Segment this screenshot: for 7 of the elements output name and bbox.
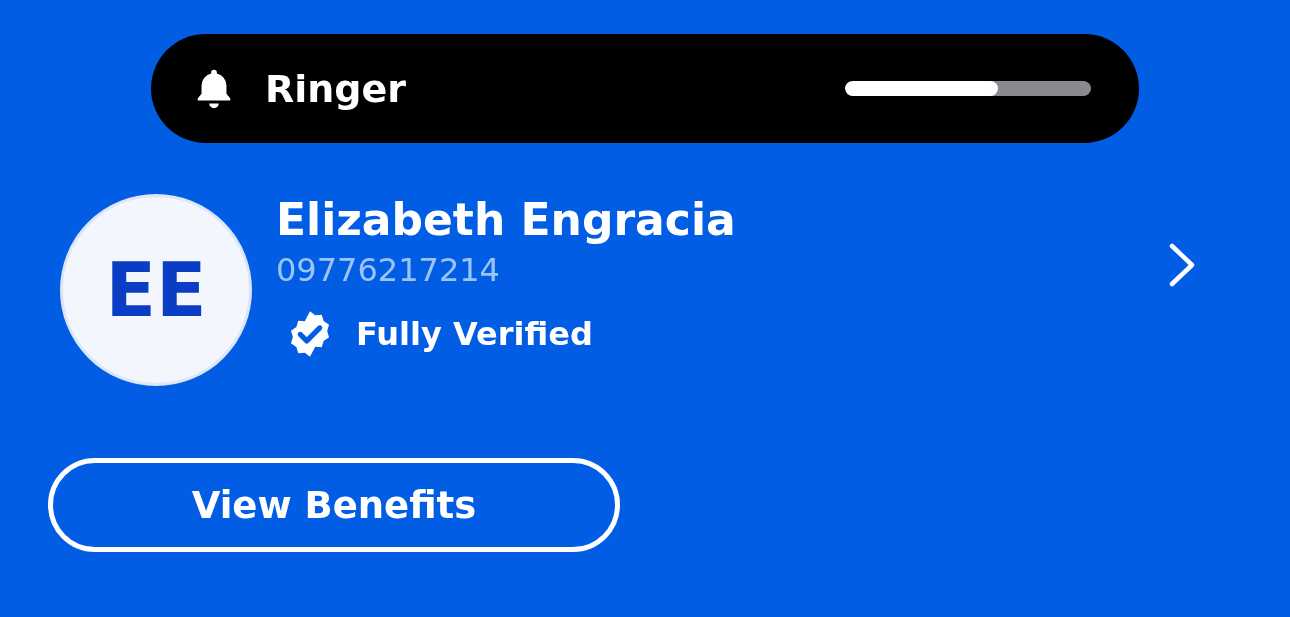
profile-name: Elizabeth Engracia	[276, 194, 736, 246]
avatar: EE	[60, 194, 252, 386]
phone-number: 09776217214	[276, 250, 501, 290]
volume-slider[interactable]	[845, 81, 1091, 96]
view-benefits-button[interactable]: View Benefits	[48, 458, 620, 552]
verification-status: Fully Verified	[356, 315, 593, 353]
ringer-label: Ringer	[265, 66, 407, 111]
